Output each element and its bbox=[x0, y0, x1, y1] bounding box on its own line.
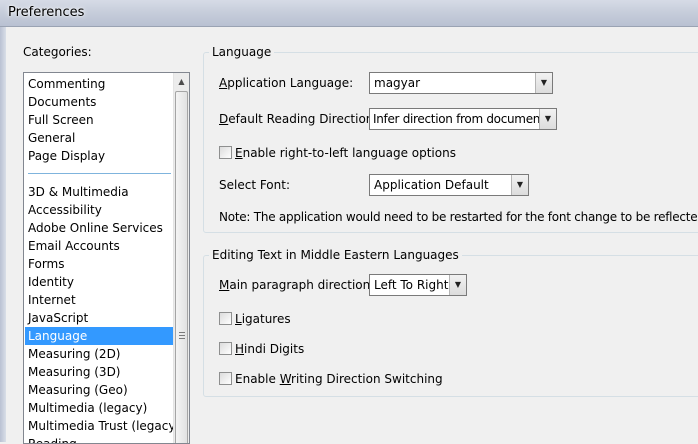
category-item-identity[interactable]: Identity bbox=[25, 273, 173, 291]
reading-direction-dropdown[interactable]: Infer direction from document ▼ bbox=[369, 108, 557, 130]
category-item-accessibility[interactable]: Accessibility bbox=[25, 201, 173, 219]
language-group-title: Language bbox=[209, 45, 275, 59]
category-item-measuring-geo[interactable]: Measuring (Geo) bbox=[25, 381, 173, 399]
scroll-thumb[interactable] bbox=[175, 91, 188, 443]
rtl-options-checkbox[interactable] bbox=[219, 146, 232, 159]
category-item-forms[interactable]: Forms bbox=[25, 255, 173, 273]
category-item-commenting[interactable]: Commenting bbox=[25, 75, 173, 93]
paragraph-direction-value: Left To Right bbox=[374, 278, 449, 292]
category-item-general[interactable]: General bbox=[25, 129, 173, 147]
category-item-email-accounts[interactable]: Email Accounts bbox=[25, 237, 173, 255]
categories-scrollbar[interactable]: ▲ bbox=[173, 73, 189, 443]
ligatures-checkbox[interactable] bbox=[219, 312, 232, 325]
label-text: igatures bbox=[241, 312, 291, 326]
application-language-value: magyar bbox=[374, 76, 421, 90]
grip-line-icon bbox=[179, 338, 185, 339]
label-text: ain paragraph direction: bbox=[229, 278, 375, 292]
chevron-down-icon[interactable]: ▼ bbox=[449, 275, 466, 295]
select-font-label: Select Font: bbox=[219, 178, 291, 192]
hindi-digits-label[interactable]: Hindi Digits bbox=[235, 342, 304, 356]
label-text: pplication Language: bbox=[227, 76, 354, 90]
category-separator bbox=[28, 173, 171, 174]
category-item-measuring-3d[interactable]: Measuring (3D) bbox=[25, 363, 173, 381]
window-title: Preferences bbox=[8, 5, 85, 20]
chevron-down-icon[interactable]: ▼ bbox=[535, 73, 552, 93]
paragraph-direction-dropdown[interactable]: Left To Right ▼ bbox=[369, 274, 467, 296]
label-text: nable right-to-left language options bbox=[242, 146, 456, 160]
chevron-down-icon[interactable]: ▼ bbox=[539, 109, 556, 129]
rtl-options-label[interactable]: Enable right-to-left language options bbox=[235, 146, 456, 160]
category-item-3d-multimedia[interactable]: 3D & Multimedia bbox=[25, 183, 173, 201]
title-bar[interactable]: Preferences bbox=[0, 0, 698, 27]
category-item-language[interactable]: Language bbox=[25, 327, 173, 345]
category-item-page-display[interactable]: Page Display bbox=[25, 147, 173, 165]
category-item-documents[interactable]: Documents bbox=[25, 93, 173, 111]
grip-line-icon bbox=[179, 335, 185, 336]
category-item-internet[interactable]: Internet bbox=[25, 291, 173, 309]
access-key: H bbox=[235, 342, 245, 356]
category-item-reading[interactable]: Reading bbox=[25, 435, 173, 443]
category-item-full-screen[interactable]: Full Screen bbox=[25, 111, 173, 129]
application-language-label: Application Language: bbox=[219, 76, 353, 90]
label-text: efault Reading Direction: bbox=[228, 112, 378, 126]
writing-direction-label[interactable]: Enable Writing Direction Switching bbox=[235, 372, 443, 386]
category-item-multimedia-legacy[interactable]: Multimedia (legacy) bbox=[25, 399, 173, 417]
select-font-dropdown[interactable]: Application Default ▼ bbox=[369, 174, 529, 196]
grip-line-icon bbox=[179, 332, 185, 333]
reading-direction-value: Infer direction from document bbox=[373, 112, 545, 126]
scroll-up-arrow-icon[interactable]: ▲ bbox=[174, 73, 189, 90]
label-text: riting Direction Switching bbox=[291, 372, 443, 386]
label-text: indi Digits bbox=[244, 342, 305, 356]
categories-list[interactable]: Commenting Documents Full Screen General… bbox=[23, 72, 190, 444]
restart-note: Note: The application would need to be r… bbox=[219, 210, 698, 224]
label-text: Enable bbox=[235, 372, 280, 386]
application-language-dropdown[interactable]: magyar ▼ bbox=[369, 72, 553, 94]
category-item-adobe-online-services[interactable]: Adobe Online Services bbox=[25, 219, 173, 237]
categories-label: Categories: bbox=[23, 45, 92, 59]
access-key: D bbox=[219, 112, 229, 126]
access-key: E bbox=[235, 146, 243, 160]
category-item-multimedia-trust-legacy[interactable]: Multimedia Trust (legacy) bbox=[25, 417, 180, 435]
middle-eastern-group-title: Editing Text in Middle Eastern Languages bbox=[209, 248, 462, 262]
access-key: L bbox=[235, 312, 242, 326]
category-item-javascript[interactable]: JavaScript bbox=[25, 309, 173, 327]
access-key: A bbox=[219, 76, 228, 90]
access-key: M bbox=[219, 278, 230, 292]
chevron-down-icon[interactable]: ▼ bbox=[511, 175, 528, 195]
reading-direction-label: Default Reading Direction: bbox=[219, 112, 377, 126]
paragraph-direction-label: Main paragraph direction: bbox=[219, 278, 374, 292]
hindi-digits-checkbox[interactable] bbox=[219, 342, 232, 355]
ligatures-label[interactable]: Ligatures bbox=[235, 312, 291, 326]
category-item-measuring-2d[interactable]: Measuring (2D) bbox=[25, 345, 173, 363]
writing-direction-checkbox[interactable] bbox=[219, 372, 232, 385]
access-key: W bbox=[279, 372, 292, 386]
select-font-value: Application Default bbox=[374, 178, 489, 192]
